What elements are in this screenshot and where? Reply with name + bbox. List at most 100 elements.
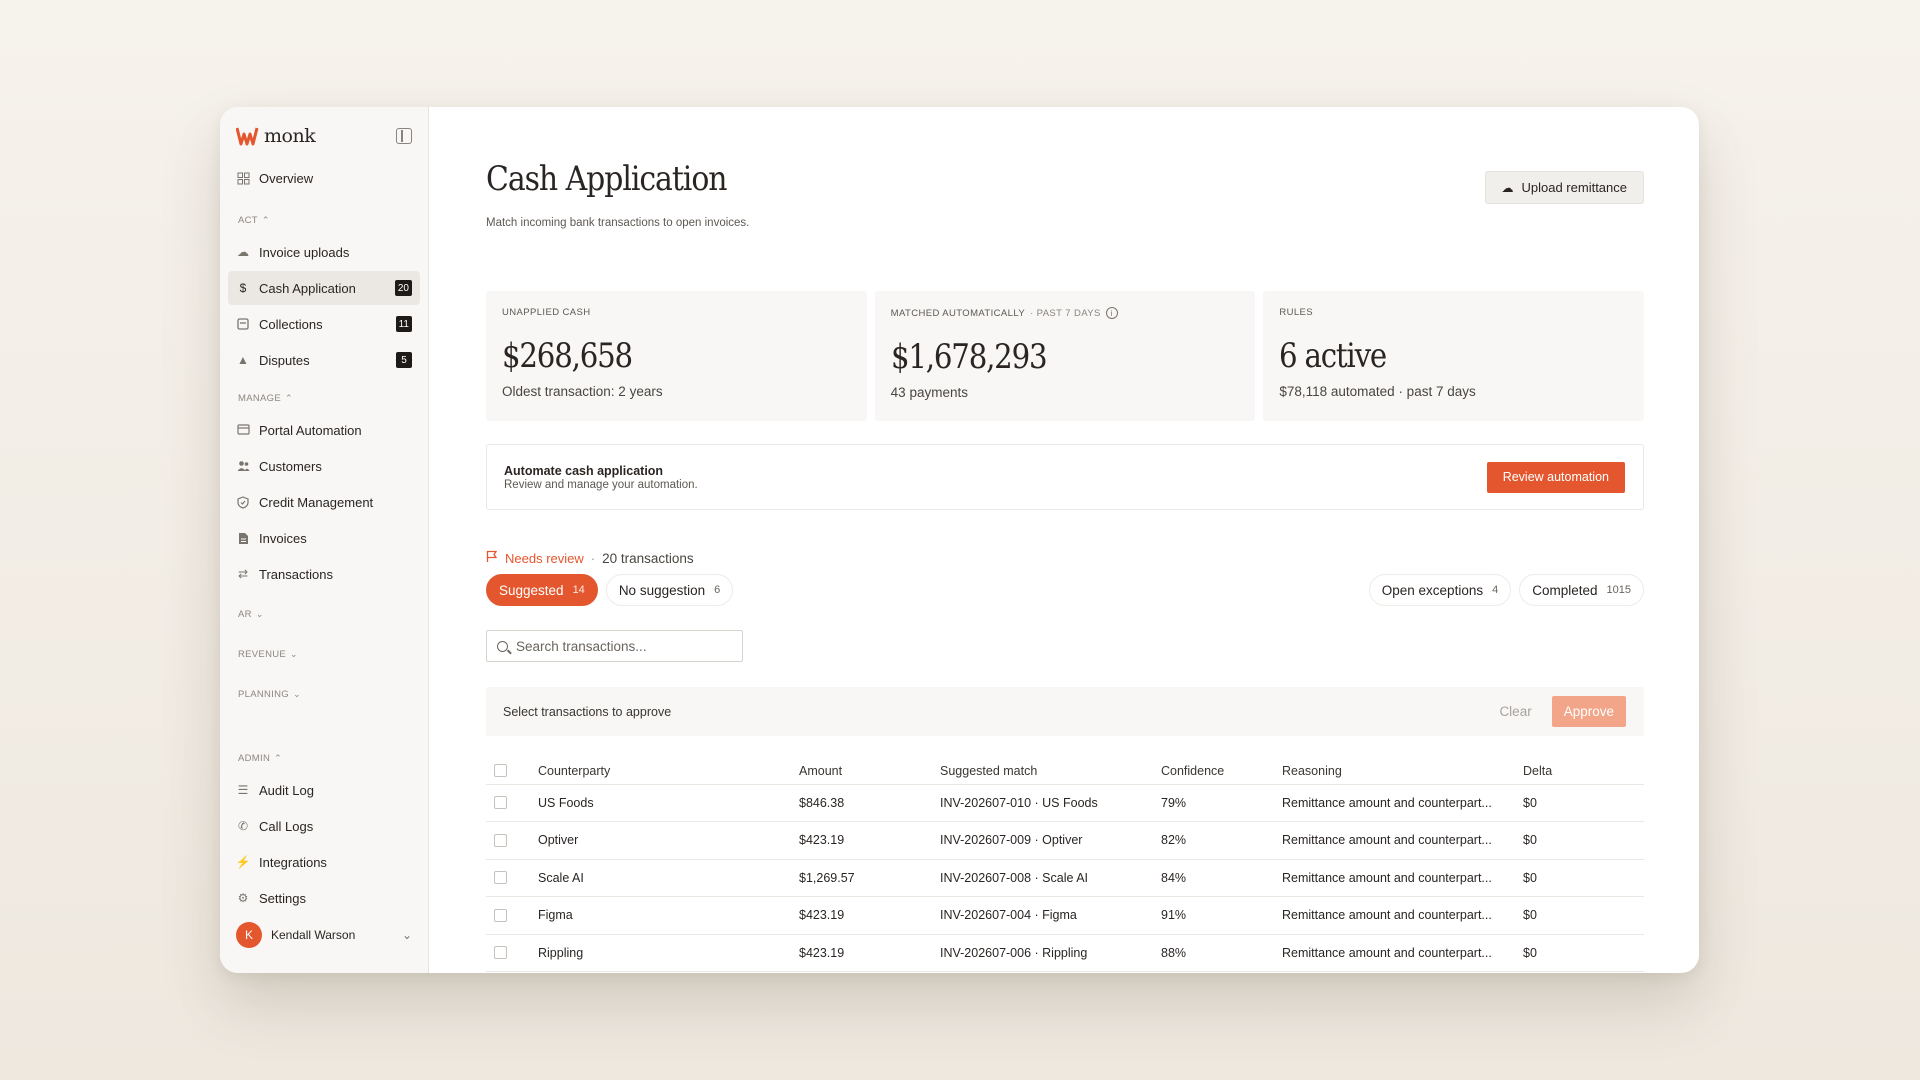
column-header-counterparty[interactable]: Counterparty: [538, 758, 799, 785]
sidebar-item-portal-automation[interactable]: Portal Automation: [228, 413, 420, 447]
tab-completed[interactable]: Completed 1015: [1519, 574, 1644, 606]
match-cell[interactable]: INV-202607-010 · US Foods: [940, 784, 1161, 822]
tab-suggested[interactable]: Suggested 14: [486, 574, 598, 606]
reasoning-text: Remittance amount and counterpart...: [1282, 945, 1492, 960]
match-cell[interactable]: INV-202607-004 · Figma: [940, 896, 1161, 935]
selection-bar: Select transactions to approve Clear App…: [486, 687, 1644, 736]
sidebar-item-audit-log[interactable]: ☰ Audit Log: [228, 773, 420, 807]
stat-label-text: UNAPPLIED CASH: [502, 307, 591, 318]
counterparty-cell: Optiver: [538, 821, 799, 860]
row-checkbox[interactable]: [494, 871, 507, 885]
stat-value: 6 active: [1279, 336, 1387, 376]
warning-icon: ▲: [237, 353, 249, 367]
column-header-suggested-match[interactable]: Suggested match: [940, 758, 1161, 785]
amount-cell: $423.19: [799, 896, 940, 935]
sidebar-item-integrations[interactable]: ⚡ Integrations: [228, 845, 420, 879]
chevron-down-icon: ⌄: [401, 928, 412, 942]
selection-actions: Clear Approve: [1499, 696, 1626, 727]
chevron-up-icon: ⌃: [261, 214, 270, 225]
approve-button[interactable]: Approve: [1551, 696, 1626, 727]
section-planning[interactable]: PLANNING ⌄: [228, 679, 420, 709]
sidebar-item-transactions[interactable]: ⇄ Transactions: [228, 557, 420, 591]
stat-label: MATCHED AUTOMATICALLY · PAST 7 DAYS i: [891, 307, 1240, 319]
tab-count: 6: [714, 584, 721, 596]
match-cell[interactable]: INV-202607-008 · Scale AI: [940, 859, 1161, 897]
column-header-delta[interactable]: Delta: [1523, 758, 1644, 785]
stat-card-rules[interactable]: RULES 6 active $78,118 automated · past …: [1263, 291, 1645, 421]
sidebar-item-overview[interactable]: Overview: [228, 161, 420, 195]
stat-label: RULES: [1279, 307, 1628, 318]
column-header-confidence[interactable]: Confidence: [1161, 758, 1282, 785]
sidebar-item-cash-application[interactable]: $ Cash Application 20: [228, 271, 420, 305]
sidebar-item-label: Customers: [259, 458, 322, 474]
search-icon: [497, 640, 508, 652]
sidebar-item-call-logs[interactable]: ✆ Call Logs: [228, 809, 420, 843]
selection-hint: Select transactions to approve: [503, 704, 672, 719]
search-input[interactable]: [516, 638, 716, 654]
section-act[interactable]: ACT ⌃: [228, 205, 420, 235]
stat-label-text: MATCHED AUTOMATICALLY: [890, 307, 1026, 319]
stat-value: $1,678,293: [890, 337, 1048, 377]
collapse-sidebar-icon[interactable]: [396, 128, 412, 144]
tab-open-exceptions[interactable]: Open exceptions 4: [1368, 574, 1512, 606]
flag-icon: [486, 550, 498, 566]
transactions-icon: ⇄: [237, 567, 249, 581]
page-header: Cash Application Match incoming bank tra…: [486, 107, 1644, 229]
search-box[interactable]: [486, 630, 743, 662]
column-header-amount[interactable]: Amount: [799, 758, 940, 785]
page-subtitle: Match incoming bank transactions to open…: [486, 217, 750, 229]
sidebar: monk Overview ACT ⌃ ☁ Invoice uploads $ C…: [220, 107, 429, 973]
reasoning-cell: Remittance amount and counterpart...: [1282, 896, 1523, 935]
automation-subtitle: Review and manage your automation.: [504, 478, 698, 491]
users-icon: [236, 459, 250, 473]
amount-cell: $423.19: [799, 934, 940, 972]
logo[interactable]: monk: [236, 125, 316, 147]
column-header-reasoning[interactable]: Reasoning: [1282, 758, 1523, 785]
logo-row: monk: [228, 111, 420, 161]
chevron-down-icon: ⌄: [255, 608, 264, 619]
table-row[interactable]: US Foods $846.38 INV-202607-010 · US Foo…: [486, 784, 1644, 822]
tab-count: 14: [572, 584, 585, 596]
sidebar-item-invoices[interactable]: Invoices: [228, 521, 420, 555]
row-checkbox[interactable]: [494, 908, 507, 922]
reasoning-text: Remittance amount and counterpart...: [1282, 833, 1492, 848]
reasoning-text: Remittance amount and counterpart...: [1282, 870, 1492, 885]
sidebar-item-disputes[interactable]: ▲ Disputes 5: [228, 343, 420, 377]
row-checkbox[interactable]: [494, 946, 507, 960]
tab-label: Suggested: [499, 582, 564, 598]
section-revenue[interactable]: REVENUE ⌄: [228, 639, 420, 669]
select-all-checkbox[interactable]: [494, 764, 507, 778]
sidebar-item-settings[interactable]: ⚙ Settings: [228, 881, 420, 915]
table-row[interactable]: Optiver $423.19 INV-202607-009 · Optiver…: [486, 821, 1644, 860]
section-admin[interactable]: ADMIN ⌃: [228, 743, 420, 773]
table-row[interactable]: Figma $423.19 INV-202607-004 · Figma 91%…: [486, 896, 1644, 935]
review-automation-button[interactable]: Review automation: [1486, 461, 1625, 493]
phone-icon: ✆: [237, 819, 249, 833]
upload-remittance-button[interactable]: ☁ Upload remittance: [1484, 171, 1644, 204]
table-row[interactable]: Scale AI $1,269.57 INV-202607-008 · Scal…: [486, 859, 1644, 897]
sidebar-item-label: Integrations: [259, 854, 327, 870]
sidebar-item-customers[interactable]: Customers: [228, 449, 420, 483]
row-checkbox[interactable]: [494, 796, 507, 810]
row-checkbox[interactable]: [494, 833, 507, 847]
grid-icon: [236, 171, 250, 185]
match-cell[interactable]: INV-202607-006 · Rippling: [940, 934, 1161, 972]
sidebar-item-invoice-uploads[interactable]: ☁ Invoice uploads: [228, 235, 420, 269]
sidebar-item-credit-management[interactable]: Credit Management: [228, 485, 420, 519]
sidebar-item-label: Disputes: [259, 352, 310, 368]
tab-no-suggestion[interactable]: No suggestion 6: [605, 574, 734, 606]
sidebar-item-label: Overview: [259, 170, 314, 186]
table-row[interactable]: Rippling $423.19 INV-202607-006 · Rippli…: [486, 934, 1644, 972]
automation-title: Automate cash application: [504, 463, 664, 478]
section-ar[interactable]: AR ⌄: [228, 599, 420, 629]
info-icon[interactable]: i: [1105, 307, 1118, 319]
confidence-cell: 91%: [1161, 896, 1282, 935]
sidebar-item-collections[interactable]: Collections 11: [228, 307, 420, 341]
match-cell[interactable]: INV-202607-009 · Optiver: [940, 821, 1161, 860]
row-select-cell: [486, 821, 538, 860]
user-menu[interactable]: K Kendall Warson ⌄: [228, 917, 420, 953]
stats-row: UNAPPLIED CASH $268,658 Oldest transacti…: [486, 291, 1645, 421]
section-manage[interactable]: MANAGE ⌃: [228, 383, 420, 413]
row-select-cell: [486, 934, 538, 972]
clear-button[interactable]: Clear: [1499, 704, 1531, 719]
